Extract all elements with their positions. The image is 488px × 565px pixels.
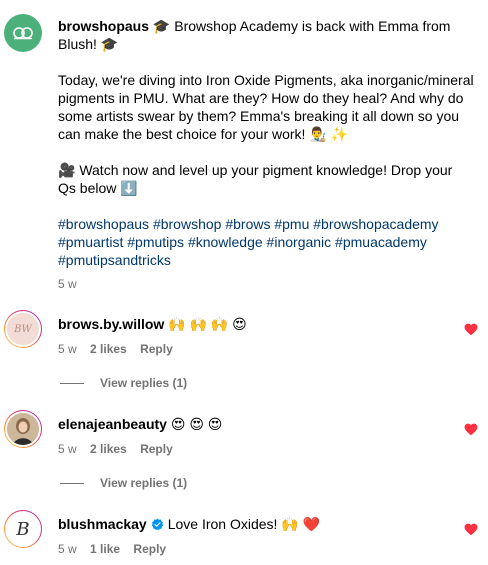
caption-line-1: Browshop Academy is back with Emma from: [170, 18, 451, 34]
grad-cap-emoji: 🎓: [100, 36, 119, 52]
comment-likes[interactable]: 2 likes: [90, 442, 127, 456]
heart-icon[interactable]: [464, 523, 478, 536]
caption-line-2: Blush!: [58, 36, 101, 52]
heart-icon[interactable]: [464, 423, 478, 436]
comment-username[interactable]: blushmackay: [58, 514, 147, 534]
grad-cap-emoji: 🎓: [152, 18, 171, 34]
comment-text: Love Iron Oxides! 🙌 ❤️: [167, 516, 321, 532]
view-replies-button[interactable]: View replies (1): [60, 476, 187, 490]
comment-timestamp[interactable]: 5 w: [58, 542, 77, 556]
avatar-monogram: B: [16, 518, 30, 540]
heart-icon[interactable]: [464, 323, 478, 336]
divider-line: [60, 382, 84, 384]
reply-button[interactable]: Reply: [140, 342, 173, 356]
caption-paragraph-line: pigments in PMU. What are they? How do t…: [58, 90, 464, 106]
view-replies-label: View replies (1): [100, 476, 188, 490]
comment-timestamp[interactable]: 5 w: [58, 342, 77, 356]
post-timestamp[interactable]: 5 w: [58, 276, 77, 292]
hashtag-line[interactable]: #browshopaus #browshop #brows #pmu #brow…: [58, 214, 439, 234]
down-arrow-emoji: ⬇️: [120, 180, 138, 196]
post-username[interactable]: browshopaus: [58, 18, 149, 34]
view-replies-label: View replies (1): [100, 376, 188, 390]
view-replies-button[interactable]: View replies (1): [60, 376, 187, 390]
caption-watch-line: Watch now and level up your pigment know…: [75, 162, 453, 178]
camera-emoji: 🎥: [58, 162, 76, 178]
post-avatar[interactable]: [4, 14, 42, 52]
reply-button[interactable]: Reply: [133, 542, 166, 556]
comment-text: 😍 😍 😍: [170, 416, 223, 432]
hashtag-line[interactable]: #pmuartist #pmutips #knowledge #inorgani…: [58, 232, 427, 252]
comment-username[interactable]: brows.by.willow: [58, 316, 164, 332]
comment-timestamp[interactable]: 5 w: [58, 442, 77, 456]
hashtag-line[interactable]: #pmutipsandtricks: [58, 250, 171, 270]
comment-username[interactable]: elenajeanbeauty: [58, 416, 167, 432]
avatar-monogram: BW: [14, 323, 32, 335]
sparkles-emoji: ✨: [330, 126, 349, 142]
caption-paragraph-line: some artists swear by them? Emma's break…: [58, 108, 460, 124]
comment-avatar[interactable]: BW: [4, 310, 42, 348]
caption-paragraph-line: Today, we're diving into Iron Oxide Pigm…: [58, 72, 474, 88]
comment-likes[interactable]: 2 likes: [90, 342, 127, 356]
browshop-logo-icon: [13, 27, 33, 40]
comment-text: 🙌 🙌 🙌 😍: [168, 316, 247, 332]
comment-avatar[interactable]: [4, 410, 42, 448]
caption-watch-line: Qs below: [58, 180, 121, 196]
comment-avatar[interactable]: B: [4, 510, 42, 548]
comment-likes[interactable]: 1 like: [90, 542, 120, 556]
caption-paragraph-line: can make the best choice for your work!: [58, 126, 310, 142]
divider-line: [60, 482, 84, 484]
profile-photo: [7, 413, 39, 445]
artist-emoji: 👨‍🎨: [309, 126, 327, 142]
verified-badge-icon: [151, 518, 163, 530]
reply-button[interactable]: Reply: [140, 442, 173, 456]
